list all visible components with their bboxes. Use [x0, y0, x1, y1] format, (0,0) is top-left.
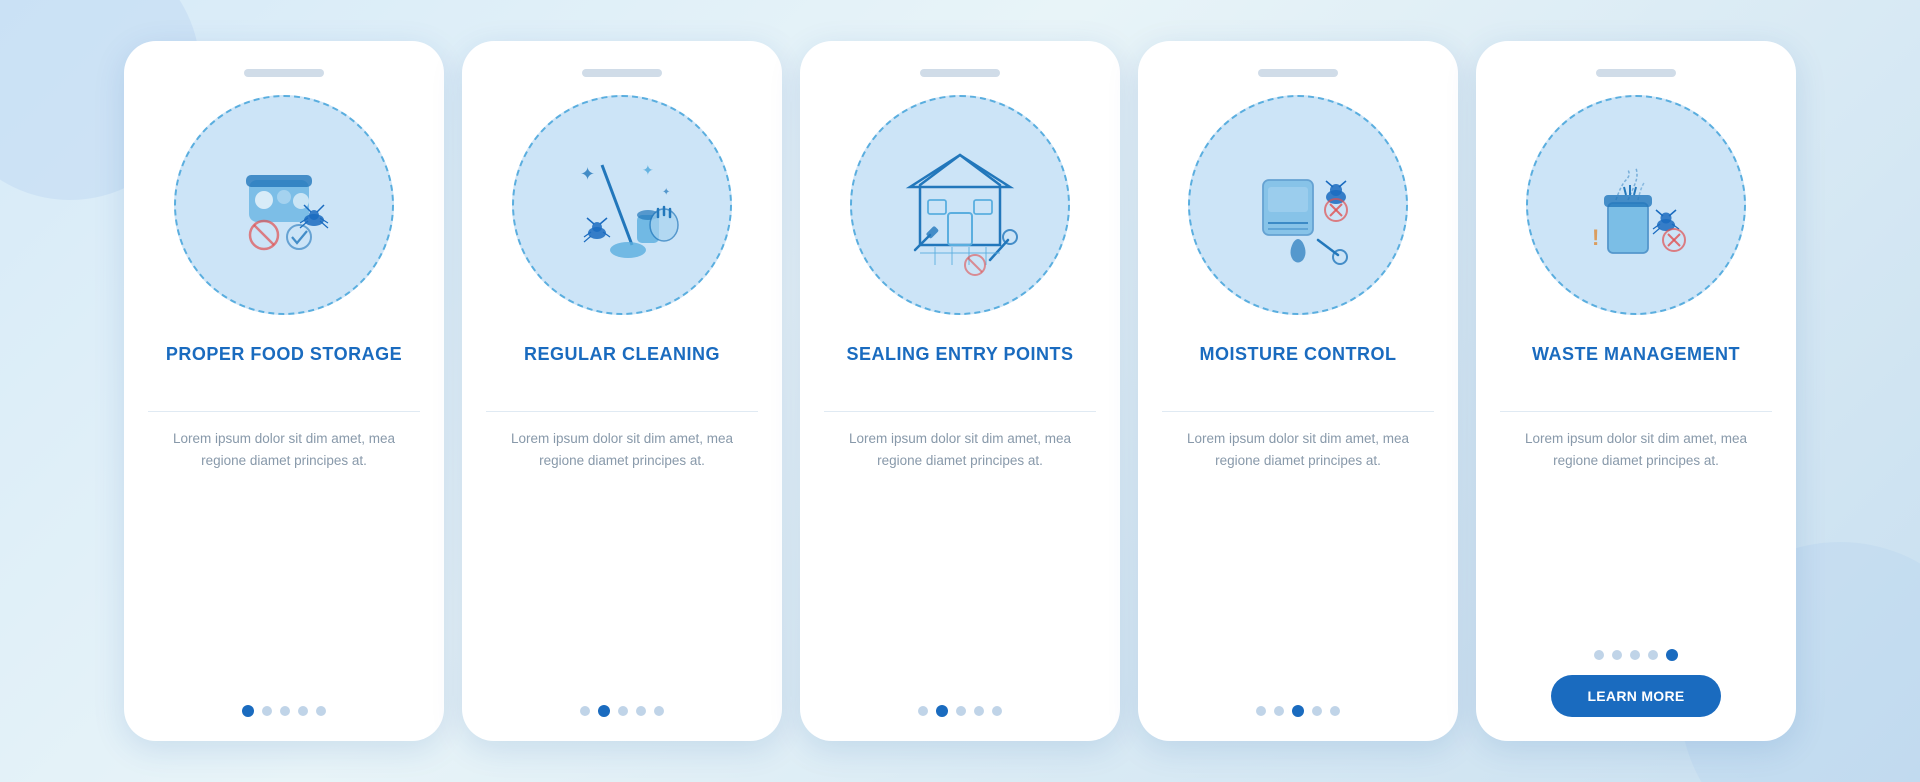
dot: [262, 706, 272, 716]
cards-container: PROPER FOOD STORAGE Lorem ipsum dolor si…: [104, 21, 1816, 761]
dot: [618, 706, 628, 716]
card-illustration-4: [1188, 95, 1408, 315]
svg-text:!: !: [1592, 225, 1599, 250]
dot: [1274, 706, 1284, 716]
card-2-title: REGULAR CLEANING: [524, 343, 720, 393]
dot: [974, 706, 984, 716]
dot: [1256, 706, 1266, 716]
dot: [1648, 650, 1658, 660]
divider: [486, 411, 758, 412]
card-notch: [1596, 69, 1676, 77]
dot: [992, 706, 1002, 716]
card-1-body: Lorem ipsum dolor sit dim amet, mea regi…: [148, 428, 420, 558]
dot: [956, 706, 966, 716]
card-1-dots: [242, 687, 326, 717]
card-illustration-2: ✦ ✦ ✦: [512, 95, 732, 315]
dot-active: [1666, 649, 1678, 661]
dot: [1312, 706, 1322, 716]
card-4-body: Lorem ipsum dolor sit dim amet, mea regi…: [1162, 428, 1434, 558]
card-illustration-1: [174, 95, 394, 315]
card-notch: [920, 69, 1000, 77]
dot: [1330, 706, 1340, 716]
card-illustration-5: !: [1526, 95, 1746, 315]
card-sealing-entry-points: SEALING ENTRY POINTS Lorem ipsum dolor s…: [800, 41, 1120, 741]
card-notch: [244, 69, 324, 77]
divider: [824, 411, 1096, 412]
card-1-title: PROPER FOOD STORAGE: [166, 343, 402, 393]
card-4-dots: [1256, 687, 1340, 717]
card-5-body: Lorem ipsum dolor sit dim amet, mea regi…: [1500, 428, 1772, 530]
dot: [1630, 650, 1640, 660]
card-waste-management: ! WASTE MANAGEMENT Lorem ipsum dolor sit…: [1476, 41, 1796, 741]
divider: [148, 411, 420, 412]
card-regular-cleaning: ✦ ✦ ✦ REGULAR CLEANING Lorem ipsum dolor…: [462, 41, 782, 741]
card-5-title: WASTE MANAGEMENT: [1532, 343, 1740, 393]
card-moisture-control: MOISTURE CONTROL Lorem ipsum dolor sit d…: [1138, 41, 1458, 741]
dot: [280, 706, 290, 716]
dot: [654, 706, 664, 716]
card-notch: [582, 69, 662, 77]
card-3-dots: [918, 687, 1002, 717]
dot-active: [936, 705, 948, 717]
dot: [1612, 650, 1622, 660]
card-2-dots: [580, 687, 664, 717]
dot: [636, 706, 646, 716]
card-2-body: Lorem ipsum dolor sit dim amet, mea regi…: [486, 428, 758, 558]
dot-active: [1292, 705, 1304, 717]
dot: [580, 706, 590, 716]
svg-text:✦: ✦: [642, 162, 654, 178]
card-illustration-3: [850, 95, 1070, 315]
card-3-body: Lorem ipsum dolor sit dim amet, mea regi…: [824, 428, 1096, 558]
card-4-title: MOISTURE CONTROL: [1200, 343, 1397, 393]
dot: [316, 706, 326, 716]
divider: [1500, 411, 1772, 412]
dot: [1594, 650, 1604, 660]
dot-active: [242, 705, 254, 717]
dot-active: [598, 705, 610, 717]
card-notch: [1258, 69, 1338, 77]
svg-text:✦: ✦: [580, 164, 595, 184]
learn-more-button[interactable]: LEARN MORE: [1551, 675, 1720, 717]
dot: [298, 706, 308, 716]
card-proper-food-storage: PROPER FOOD STORAGE Lorem ipsum dolor si…: [124, 41, 444, 741]
card-3-title: SEALING ENTRY POINTS: [846, 343, 1073, 393]
card-5-dots: [1594, 631, 1678, 661]
divider: [1162, 411, 1434, 412]
svg-text:✦: ✦: [662, 187, 670, 198]
dot: [918, 706, 928, 716]
